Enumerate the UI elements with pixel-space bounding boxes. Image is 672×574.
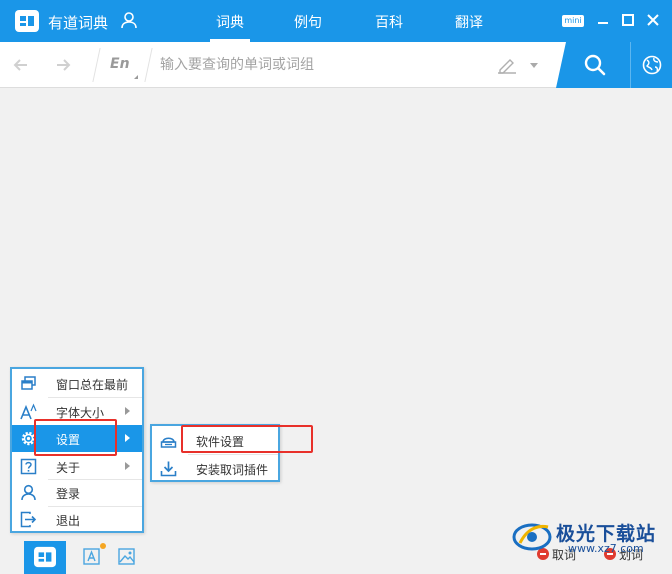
chevron-down-icon[interactable] <box>530 63 538 68</box>
notification-dot <box>100 543 106 549</box>
tab-translate[interactable]: 翻译 <box>445 12 493 32</box>
menu-item-label: 登录 <box>56 487 81 501</box>
main-context-menu: 窗口总在最前 字体大小 设置 关于 登录 退出 <box>10 367 144 533</box>
globe-icon <box>642 55 662 75</box>
forward-arrow-icon[interactable] <box>54 56 72 74</box>
tab-encyclopedia[interactable]: 百科 <box>365 12 413 32</box>
submenu-arrow-icon <box>125 407 130 415</box>
title-bar: 有道词典 词典 例句 百科 翻译 mini <box>0 0 672 42</box>
word-book-icon[interactable] <box>82 546 102 566</box>
settings-submenu: 软件设置 安装取词插件 <box>150 424 280 482</box>
youdao-logo <box>15 10 39 32</box>
submenu-item-install-plugin[interactable]: 安装取词插件 <box>152 455 278 482</box>
exit-icon <box>20 511 37 528</box>
image-translate-icon[interactable] <box>117 546 137 566</box>
close-icon[interactable] <box>644 11 662 29</box>
handwriting-icon[interactable] <box>497 56 517 74</box>
search-input[interactable] <box>160 52 480 78</box>
divider <box>92 48 101 82</box>
menu-item-about[interactable]: 关于 <box>12 453 142 480</box>
language-dropdown-corner <box>134 75 138 79</box>
language-selector[interactable]: En <box>110 56 130 72</box>
submenu-arrow-icon <box>125 462 130 470</box>
window-stack-icon <box>21 376 36 390</box>
tab-dictionary[interactable]: 词典 <box>206 12 254 42</box>
menu-item-label: 字体大小 <box>56 406 105 420</box>
submenu-item-label: 安装取词插件 <box>196 463 269 477</box>
tab-examples[interactable]: 例句 <box>284 12 332 32</box>
user-icon <box>21 484 36 501</box>
settings-panel-icon <box>160 437 177 448</box>
account-icon[interactable] <box>120 11 138 29</box>
search-icon <box>584 54 606 76</box>
menu-item-label: 设置 <box>56 433 81 447</box>
menu-item-settings[interactable]: 设置 <box>12 425 142 452</box>
gear-icon <box>21 431 36 446</box>
menu-item-login[interactable]: 登录 <box>12 479 142 506</box>
minimize-icon[interactable] <box>594 11 612 29</box>
youdao-logo-icon <box>34 546 56 568</box>
menu-item-label: 关于 <box>56 461 81 475</box>
web-search-button[interactable] <box>630 42 672 88</box>
watermark: 极光下载站 www.xz7.com <box>510 517 670 557</box>
maximize-icon[interactable] <box>619 11 637 29</box>
font-size-icon <box>20 403 37 420</box>
app-title: 有道词典 <box>48 14 109 32</box>
menu-item-always-on-top[interactable]: 窗口总在最前 <box>12 370 142 397</box>
watermark-url: www.xz7.com <box>568 542 644 555</box>
menu-item-label: 窗口总在最前 <box>56 378 129 392</box>
menu-item-font-size[interactable]: 字体大小 <box>12 398 142 425</box>
search-button[interactable] <box>556 42 630 88</box>
watermark-logo <box>512 523 552 551</box>
submenu-item-software-settings[interactable]: 软件设置 <box>152 427 278 454</box>
menu-item-exit[interactable]: 退出 <box>12 506 142 533</box>
main-menu-button[interactable] <box>24 541 66 574</box>
back-arrow-icon[interactable] <box>12 56 30 74</box>
help-icon <box>20 458 37 475</box>
menu-item-label: 退出 <box>56 514 81 528</box>
mini-mode-button[interactable]: mini <box>562 15 584 27</box>
submenu-item-label: 软件设置 <box>196 435 245 449</box>
divider <box>144 48 153 82</box>
download-icon <box>160 461 177 477</box>
search-bar: En <box>0 42 672 88</box>
submenu-arrow-icon <box>125 434 130 442</box>
